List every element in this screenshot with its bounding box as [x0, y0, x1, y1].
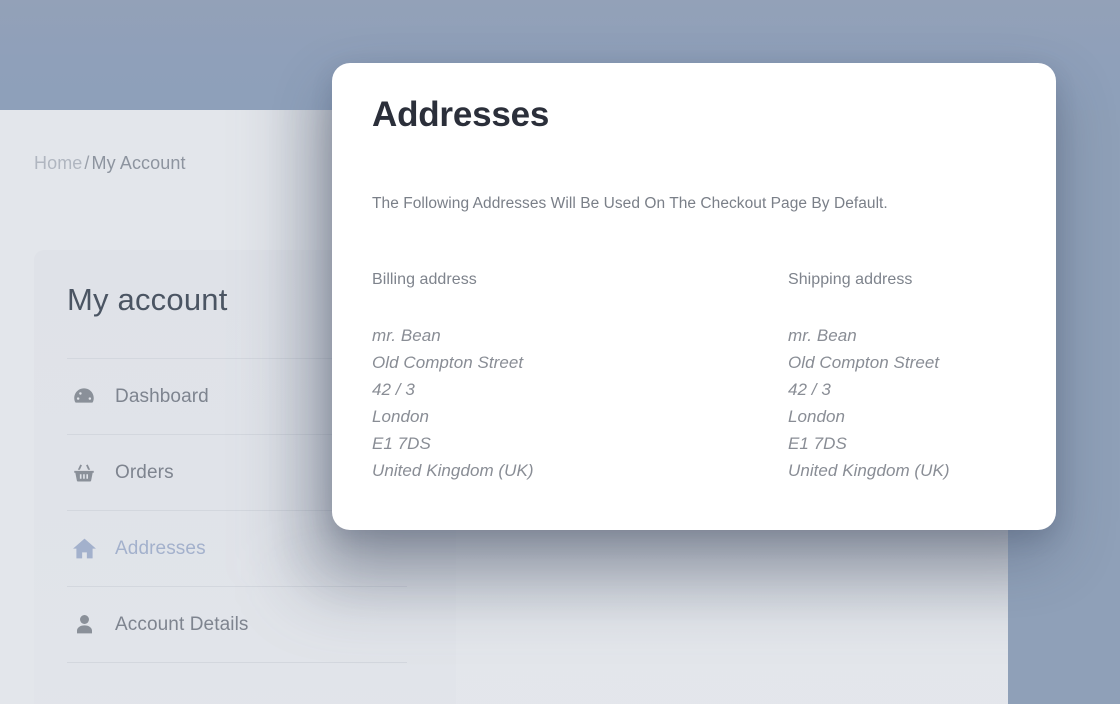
shipping-address-body: mr. Bean Old Compton Street 42 / 3 Londo… — [788, 322, 950, 484]
modal-title: Addresses — [372, 95, 550, 134]
address-line: Old Compton Street — [372, 353, 524, 372]
screen: Home / My Account My account Dashboard O… — [0, 0, 1120, 704]
breadcrumb-home-link[interactable]: Home — [34, 153, 82, 173]
address-line: E1 7DS — [372, 434, 431, 453]
gauge-icon — [67, 384, 101, 410]
basket-icon — [67, 460, 101, 486]
sidebar-item-account-details[interactable]: Account Details — [67, 586, 407, 662]
address-line: mr. Bean — [372, 326, 441, 345]
addresses-columns: Billing address mr. Bean Old Compton Str… — [372, 271, 1020, 484]
user-icon — [67, 612, 101, 637]
address-line: 42 / 3 — [788, 380, 831, 399]
page-title: My account — [67, 282, 228, 317]
sidebar-item-label: Dashboard — [115, 385, 209, 407]
sidebar-item-label: Orders — [115, 461, 174, 483]
breadcrumb-current: My Account — [91, 153, 186, 173]
address-line: E1 7DS — [788, 434, 847, 453]
breadcrumb: Home / My Account — [34, 153, 186, 174]
shipping-address-column: Shipping address mr. Bean Old Compton St… — [788, 271, 950, 484]
shipping-address-heading: Shipping address — [788, 271, 913, 288]
address-line: 42 / 3 — [372, 380, 415, 399]
address-line: United Kingdom (UK) — [372, 461, 534, 480]
home-icon — [67, 535, 101, 562]
sidebar-item-label: Addresses — [115, 537, 206, 559]
nav-bottom-divider — [67, 662, 407, 663]
address-line: Old Compton Street — [788, 353, 940, 372]
billing-address-column: Billing address mr. Bean Old Compton Str… — [372, 271, 788, 484]
address-line: London — [788, 407, 846, 426]
billing-address-body: mr. Bean Old Compton Street 42 / 3 Londo… — [372, 322, 788, 484]
sidebar-item-label: Account Details — [115, 613, 249, 635]
address-line: mr. Bean — [788, 326, 857, 345]
address-line: United Kingdom (UK) — [788, 461, 950, 480]
billing-address-heading: Billing address — [372, 271, 477, 288]
modal-description: The Following Addresses Will Be Used On … — [372, 195, 888, 212]
address-line: London — [372, 407, 430, 426]
addresses-modal: Addresses The Following Addresses Will B… — [332, 63, 1056, 530]
breadcrumb-separator: / — [84, 153, 90, 173]
